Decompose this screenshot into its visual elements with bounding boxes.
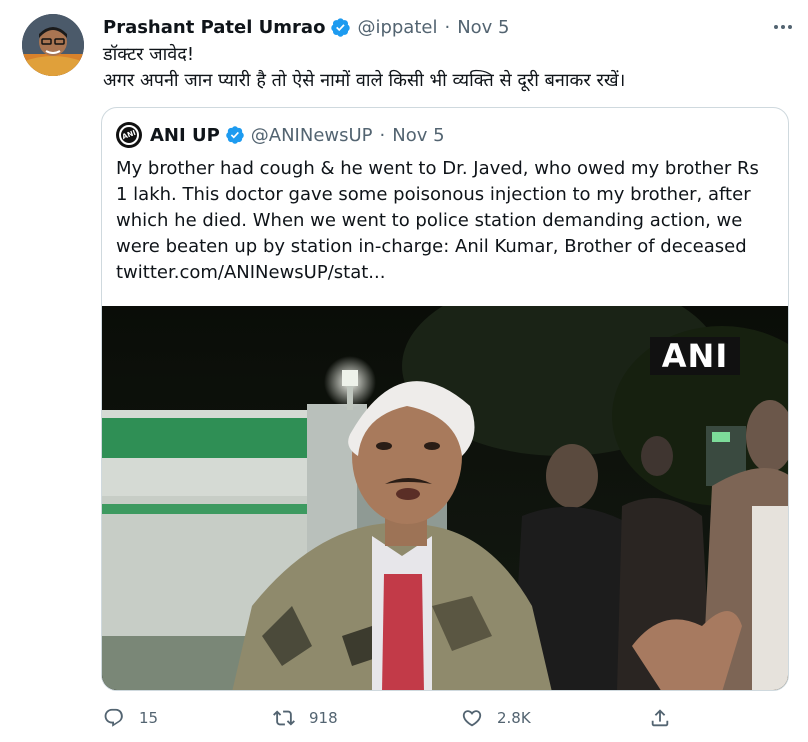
author-handle[interactable]: @ippatel bbox=[357, 17, 437, 38]
separator-dot: · bbox=[379, 124, 386, 146]
tweet-text-line: डॉक्टर जावेद! bbox=[103, 44, 195, 65]
tweet-text-line: अगर अपनी जान प्यारी है तो ऐसे नामों वाले… bbox=[103, 70, 626, 91]
share-button[interactable] bbox=[649, 704, 671, 732]
tweet-actions: 15 918 2.8K bbox=[103, 704, 783, 732]
tweet-date[interactable]: Nov 5 bbox=[457, 17, 509, 38]
like-icon bbox=[462, 710, 482, 727]
like-count: 2.8K bbox=[497, 709, 531, 727]
quoted-text-line: My brother had cough & he went to Dr. Ja… bbox=[116, 158, 759, 179]
verified-badge-icon bbox=[226, 126, 244, 144]
ani-watermark: ANI bbox=[650, 337, 740, 375]
quoted-text-line: 1 lakh. This doctor gave some poisonous … bbox=[116, 184, 751, 205]
quoted-text-line: twitter.com/ANINewsUP/stat... bbox=[116, 262, 386, 283]
quoted-tweet-text: My brother had cough & he went to Dr. Ja… bbox=[116, 156, 776, 286]
ani-logo-text: ANI bbox=[121, 128, 137, 142]
quoted-text-line: which he died. When we went to police st… bbox=[116, 210, 743, 231]
tweet-text: डॉक्टर जावेद! अगर अपनी जान प्यारी है तो … bbox=[103, 42, 793, 94]
tweet-header: Prashant Patel Umrao @ippatel · Nov 5 bbox=[103, 14, 510, 40]
retweet-button[interactable]: 918 bbox=[273, 704, 338, 732]
author-avatar[interactable] bbox=[22, 14, 84, 76]
author-display-name[interactable]: Prashant Patel Umrao bbox=[103, 17, 325, 38]
quoted-tweet[interactable]: ANI ANI UP @ANINewsUP · Nov 5 My brother… bbox=[101, 107, 789, 691]
quoted-tweet-header: ANI ANI UP @ANINewsUP · Nov 5 bbox=[116, 122, 445, 148]
quoted-author-handle[interactable]: @ANINewsUP bbox=[251, 125, 373, 146]
tweet[interactable]: Prashant Patel Umrao @ippatel · Nov 5 डॉ… bbox=[0, 0, 808, 742]
quoted-text-line: were beaten up by station in-charge: Ani… bbox=[116, 236, 747, 257]
quoted-author-display-name[interactable]: ANI UP bbox=[150, 125, 220, 146]
retweet-icon bbox=[273, 710, 295, 726]
more-dots-icon[interactable] bbox=[770, 16, 796, 38]
reply-button[interactable]: 15 bbox=[103, 704, 158, 732]
verified-badge-icon bbox=[331, 17, 351, 37]
retweet-count: 918 bbox=[309, 709, 338, 727]
separator-dot: · bbox=[444, 16, 451, 38]
quoted-author-avatar[interactable]: ANI bbox=[116, 122, 142, 148]
reply-count: 15 bbox=[139, 709, 159, 727]
like-button[interactable]: 2.8K bbox=[461, 704, 531, 732]
share-icon bbox=[651, 709, 669, 727]
quoted-tweet-date[interactable]: Nov 5 bbox=[392, 125, 444, 146]
reply-icon bbox=[104, 708, 123, 727]
quoted-media-video-frame[interactable]: ANI bbox=[102, 306, 788, 690]
